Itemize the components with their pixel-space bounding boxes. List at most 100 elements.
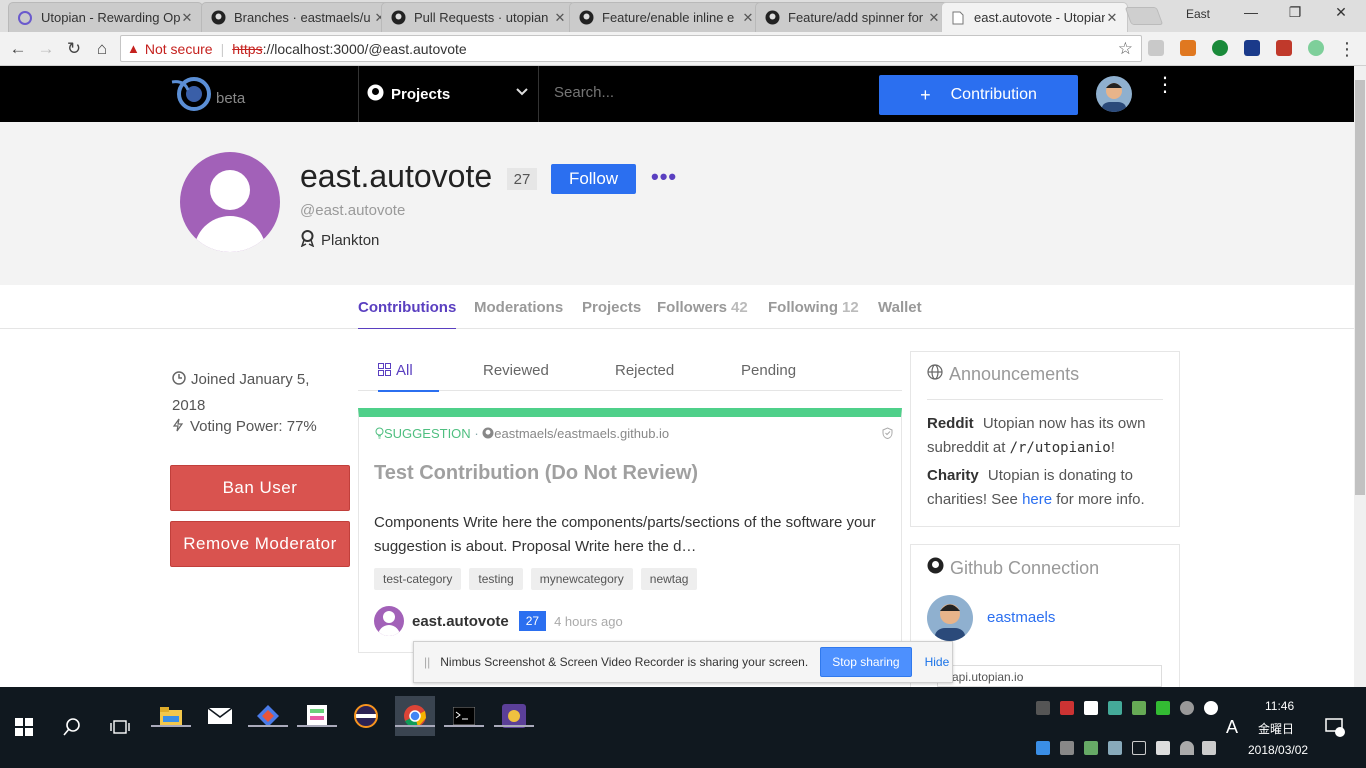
extension-icon[interactable] [1180, 40, 1196, 56]
user-avatar[interactable] [1096, 76, 1132, 112]
follow-button[interactable]: Follow [551, 164, 636, 194]
windows-start-icon[interactable] [4, 707, 44, 747]
close-tab-icon[interactable]: ✕ [553, 10, 567, 26]
tag[interactable]: test-category [374, 568, 462, 590]
extension-icon[interactable] [1276, 40, 1292, 56]
tray-app-icon[interactable] [1108, 741, 1122, 755]
address-bar[interactable]: ▲ Not secure | https ://localhost:3000/@… [120, 35, 1142, 62]
browser-tab-active[interactable]: east.autovote - Utopian ✕ [941, 2, 1128, 32]
author-avatar[interactable] [374, 606, 404, 636]
following-count: 12 [841, 299, 859, 316]
shield-icon[interactable] [882, 427, 893, 442]
browser-tab[interactable]: Branches · eastmaels/u ✕ [201, 2, 396, 32]
tray-app-icon[interactable] [1036, 741, 1050, 755]
extension-icon[interactable] [1244, 40, 1260, 56]
ime-indicator[interactable]: A [1226, 717, 1238, 738]
notifications-icon[interactable] [1325, 717, 1345, 742]
volume-icon[interactable] [1202, 741, 1216, 755]
filter-tab-rejected[interactable]: Rejected [615, 362, 674, 390]
terminal-icon[interactable] [444, 696, 484, 736]
api-link-box[interactable]: api.utopian.io [937, 665, 1162, 687]
tray-app-icon[interactable] [1132, 701, 1146, 715]
contribution-card[interactable]: SUGGESTION · eastmaels/eastmaels.github.… [358, 408, 902, 653]
close-tab-icon[interactable]: ✕ [180, 10, 194, 26]
maximize-icon[interactable]: ❐ [1280, 4, 1310, 21]
drag-handle-icon[interactable]: || [424, 655, 430, 669]
tab-moderations[interactable]: Moderations [474, 299, 563, 328]
cloud-icon[interactable] [1180, 701, 1194, 715]
utopian-logo[interactable] [170, 76, 214, 112]
tab-projects[interactable]: Projects [582, 299, 641, 328]
back-icon[interactable]: ← [7, 38, 29, 60]
microphone-icon[interactable] [1036, 701, 1050, 715]
home-icon[interactable]: ⌂ [91, 38, 113, 60]
reload-icon[interactable]: ↻ [63, 38, 85, 60]
projects-dropdown[interactable]: Projects [358, 66, 539, 122]
minimize-icon[interactable]: — [1236, 4, 1266, 20]
browser-profile-name[interactable]: East [1186, 7, 1210, 21]
file-explorer-icon[interactable] [151, 696, 191, 736]
author-name[interactable]: east.autovote [412, 613, 509, 630]
tab-following[interactable]: Following 12 [768, 299, 859, 328]
filter-tab-all[interactable]: All [378, 362, 439, 392]
github-username[interactable]: eastmaels [987, 609, 1055, 626]
tag[interactable]: mynewcategory [530, 568, 633, 590]
extension-icon[interactable] [1212, 40, 1228, 56]
tray-app-icon[interactable] [1084, 741, 1098, 755]
tray-app-icon[interactable] [1084, 701, 1098, 715]
tray-app-icon[interactable] [1204, 701, 1218, 715]
contribution-button[interactable]: + Contribution [879, 75, 1078, 115]
chrome-menu-icon[interactable]: ⋮ [1336, 38, 1358, 60]
contribution-type[interactable]: SUGGESTION [384, 426, 471, 441]
hide-link[interactable]: Hide [925, 655, 950, 669]
notepad-icon[interactable] [297, 696, 337, 736]
tag[interactable]: testing [469, 568, 523, 590]
more-options-icon[interactable]: ••• [651, 164, 677, 190]
filter-tab-pending[interactable]: Pending [741, 362, 796, 390]
clock-time[interactable]: 11:46 [1265, 699, 1294, 713]
tray-app-icon[interactable] [1060, 701, 1074, 715]
close-tab-icon[interactable]: ✕ [741, 10, 755, 26]
browser-tab[interactable]: Pull Requests · utopian ✕ [381, 2, 576, 32]
tray-app-icon[interactable] [1156, 701, 1170, 715]
task-view-icon[interactable] [100, 707, 140, 747]
remove-moderator-button[interactable]: Remove Moderator [170, 521, 350, 567]
filter-tab-reviewed[interactable]: Reviewed [483, 362, 549, 390]
forward-icon[interactable]: → [35, 38, 57, 60]
subreddit-link[interactable]: /r/utopianio [1010, 440, 1111, 456]
wifi-icon[interactable] [1180, 741, 1194, 755]
ban-user-button[interactable]: Ban User [170, 465, 350, 511]
bookmark-star-icon[interactable]: ☆ [1118, 39, 1133, 59]
browser-tab[interactable]: Feature/enable inline e ✕ [569, 2, 764, 32]
eclipse-icon[interactable] [346, 696, 386, 736]
site-menu-icon[interactable]: ⋮ [1155, 75, 1175, 95]
repository-link[interactable]: eastmaels/eastmaels.github.io [494, 426, 669, 441]
extension-icon[interactable] [1308, 40, 1324, 56]
video-recorder-icon[interactable] [494, 696, 534, 736]
tag[interactable]: newtag [640, 568, 698, 590]
stop-sharing-button[interactable]: Stop sharing [820, 647, 912, 677]
close-tab-icon[interactable]: ✕ [1105, 10, 1119, 26]
search-input[interactable] [554, 84, 854, 101]
tab-wallet[interactable]: Wallet [878, 299, 922, 328]
contribution-title[interactable]: Test Contribution (Do Not Review) [374, 462, 698, 485]
battery-icon[interactable] [1156, 741, 1170, 755]
extension-icon[interactable] [1148, 40, 1164, 56]
tab-followers[interactable]: Followers 42 [657, 299, 748, 328]
new-tab-button[interactable] [1124, 7, 1164, 25]
tray-app-icon[interactable] [1060, 741, 1074, 755]
tray-app-icon[interactable] [1108, 701, 1122, 715]
mail-icon[interactable] [200, 696, 240, 736]
not-secure-label[interactable]: Not secure [145, 41, 213, 57]
close-window-icon[interactable]: ✕ [1326, 4, 1356, 21]
charity-here-link[interactable]: here [1022, 491, 1052, 508]
bluetooth-icon[interactable] [1132, 741, 1146, 755]
git-client-icon[interactable] [248, 696, 288, 736]
scrollbar-thumb[interactable] [1355, 80, 1365, 495]
browser-tab[interactable]: Utopian - Rewarding Op ✕ [8, 2, 203, 32]
close-tab-icon[interactable]: ✕ [927, 10, 941, 26]
search-icon[interactable] [52, 707, 92, 747]
tab-contributions[interactable]: Contributions [358, 299, 457, 330]
chrome-icon[interactable] [395, 696, 435, 736]
browser-tab[interactable]: Feature/add spinner for ✕ [755, 2, 950, 32]
